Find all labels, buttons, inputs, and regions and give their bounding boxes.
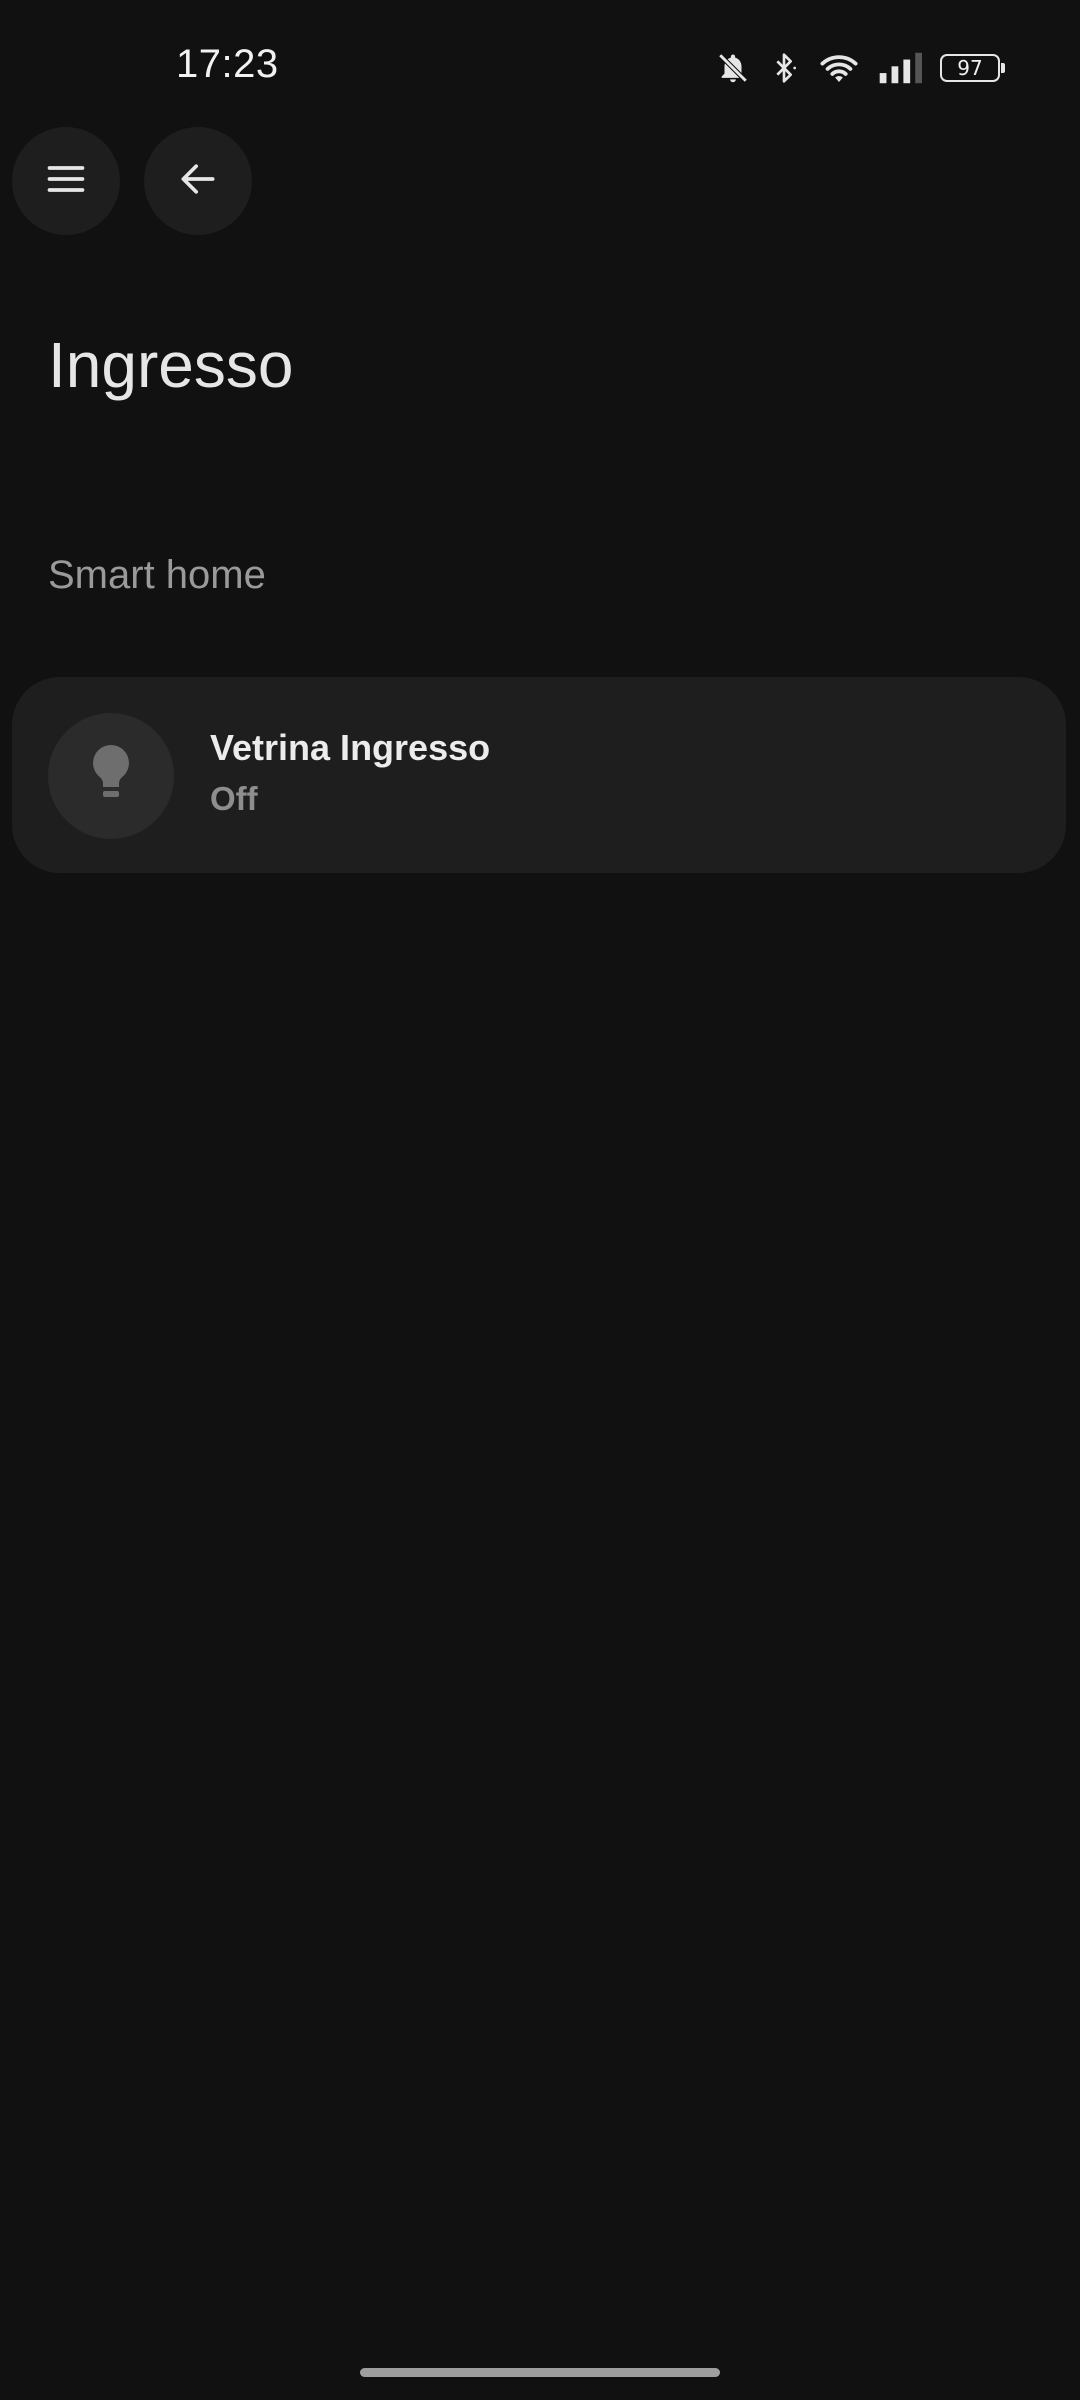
- wifi-icon: [818, 50, 860, 86]
- device-icon-button[interactable]: [48, 713, 174, 839]
- status-icons: 97: [716, 46, 1005, 90]
- bluetooth-icon: [768, 50, 800, 86]
- back-button[interactable]: [144, 127, 252, 235]
- status-time: 17:23: [176, 42, 279, 86]
- battery-icon: 97: [940, 54, 1005, 82]
- status-bar: 17:23 97: [0, 0, 1080, 130]
- arrow-left-icon: [176, 157, 220, 206]
- page-title: Ingresso: [48, 329, 294, 401]
- menu-icon: [44, 157, 88, 206]
- menu-button[interactable]: [12, 127, 120, 235]
- device-name: Vetrina Ingresso: [210, 727, 491, 768]
- device-card-vetrina-ingresso[interactable]: Vetrina Ingresso Off: [12, 677, 1066, 873]
- home-indicator[interactable]: [360, 2368, 720, 2377]
- cellular-signal-icon: [878, 51, 922, 85]
- bell-off-icon: [716, 50, 750, 86]
- section-title: Smart home: [48, 553, 266, 597]
- lightbulb-icon: [87, 743, 135, 810]
- device-state: Off: [210, 780, 258, 817]
